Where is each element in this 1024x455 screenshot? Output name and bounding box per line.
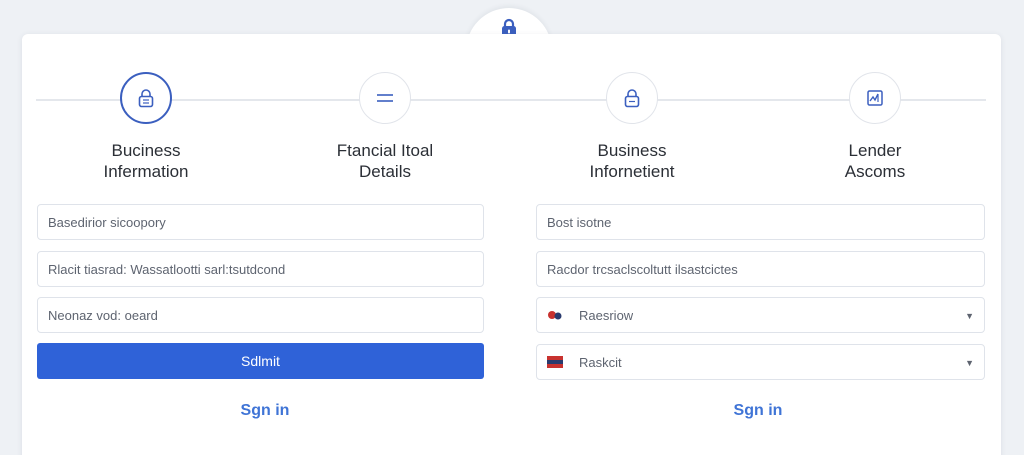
business-description-field[interactable]: Basedirior sicoopory (37, 204, 484, 240)
flag-icon (547, 356, 563, 368)
contact-name-field[interactable]: Bost isotne (536, 204, 985, 240)
page: sulsmit Buciness Infermation Ftancial (0, 0, 1024, 455)
chart-icon (867, 90, 883, 106)
step-label-line1: Business (597, 141, 667, 160)
step-circle (606, 72, 658, 124)
region-select[interactable]: Raskcit ▼ (536, 344, 985, 380)
submit-button[interactable]: Sdlmit (37, 343, 484, 379)
step-label: Ftancial Itoal Details (285, 140, 485, 182)
step-label: Business Infornetient (532, 140, 732, 182)
menu-icon (377, 94, 393, 102)
step-label-line2: Ascoms (844, 162, 906, 181)
field-value: Bost isotne (547, 214, 612, 230)
step-label-line1: Lender (848, 141, 902, 160)
contact-address-field[interactable]: Racdor trcsaclscoltutt ilsastcictes (536, 251, 985, 287)
field-value: Racdor trcsaclscoltutt ilsastcictes (547, 261, 738, 277)
step-lender-accounts[interactable]: Lender Ascoms (775, 72, 975, 182)
business-address-field[interactable]: Rlacit tiasrad: Wassatlootti sarl:tsutdc… (37, 251, 484, 287)
lock-icon (624, 89, 640, 108)
select-value: Raskcit (579, 354, 622, 370)
step-label-line2: Infermation (103, 162, 189, 181)
step-label: Buciness Infermation (46, 140, 246, 182)
step-business-information[interactable]: Buciness Infermation (46, 72, 246, 182)
sign-in-link-left[interactable]: Sgn in (205, 402, 325, 420)
country-select[interactable]: Raesriow ▼ (536, 297, 985, 333)
step-label-line1: Ftancial Itoal (336, 141, 434, 160)
chevron-down-icon: ▼ (965, 358, 974, 368)
business-name-field[interactable]: Neonaz vod: oeard (37, 297, 484, 333)
chevron-down-icon: ▼ (965, 311, 974, 321)
step-circle (120, 72, 172, 124)
field-value: Basedirior sicoopory (48, 214, 166, 230)
step-label-line2: Infornetient (589, 162, 675, 181)
step-label-line1: Buciness (111, 141, 181, 160)
step-label: Lender Ascoms (775, 140, 975, 182)
step-circle (849, 72, 901, 124)
step-circle (359, 72, 411, 124)
step-financial-details[interactable]: Ftancial Itoal Details (285, 72, 485, 182)
lock-icon (138, 89, 154, 108)
flag-icon (548, 311, 562, 320)
step-business-information-2[interactable]: Business Infornetient (532, 72, 732, 182)
sign-in-link-right[interactable]: Sgn in (698, 402, 818, 420)
field-value: Neonaz vod: oeard (48, 307, 158, 323)
step-label-line2: Details (359, 162, 411, 181)
select-value: Raesriow (579, 307, 634, 323)
field-value: Rlacit tiasrad: Wassatlootti sarl:tsutdc… (48, 261, 286, 277)
